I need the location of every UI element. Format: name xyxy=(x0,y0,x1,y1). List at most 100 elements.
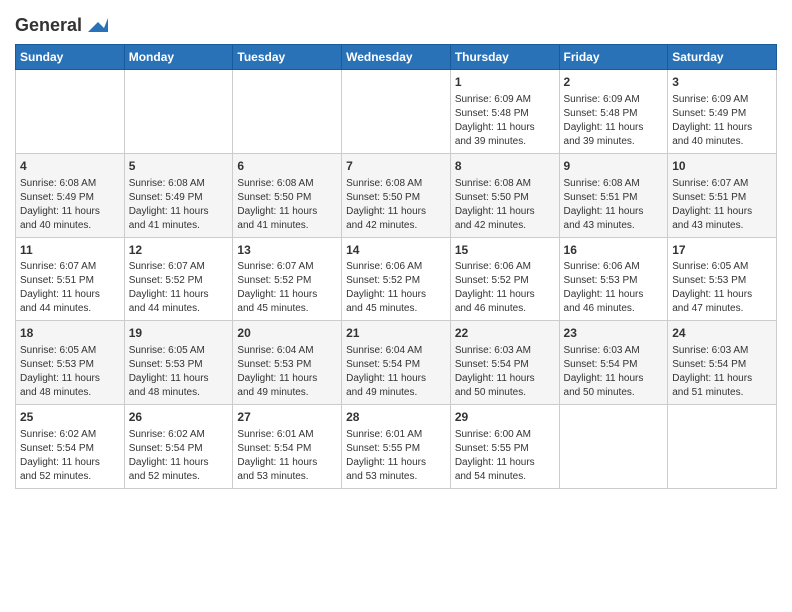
calendar-cell: 15Sunrise: 6:06 AM Sunset: 5:52 PM Dayli… xyxy=(450,237,559,321)
day-info: Sunrise: 6:09 AM Sunset: 5:49 PM Dayligh… xyxy=(672,93,772,149)
day-info: Sunrise: 6:06 AM Sunset: 5:52 PM Dayligh… xyxy=(455,260,555,316)
calendar-cell: 18 Sunrise: 6:05 AM Sunset: 5:53 PM Dayli… xyxy=(16,321,125,405)
calendar-cell: 3 Sunrise: 6:09 AM Sunset: 5:49 PM Daylig… xyxy=(668,70,777,154)
header: General xyxy=(15,10,777,38)
day-info: Sunrise: 6:06 AM Sunset: 5:52 PM Dayligh… xyxy=(346,260,446,316)
calendar-cell xyxy=(233,70,342,154)
day-number: 27 xyxy=(237,409,337,426)
day-info: Sunrise: 6:07 AM Sunset: 5:52 PM Dayligh… xyxy=(237,260,337,316)
calendar-week-4: 25 Sunrise: 6:02 AM Sunset: 5:54 PM Dayli… xyxy=(16,405,777,489)
main-container: General SundayMondayTuesdayWednesdayThur… xyxy=(0,0,792,494)
day-number: 11 xyxy=(20,242,120,259)
calendar-cell: 11Sunrise: 6:07 AM Sunset: 5:51 PM Dayli… xyxy=(16,237,125,321)
weekday-header-row: SundayMondayTuesdayWednesdayThursdayFrid… xyxy=(16,45,777,70)
calendar-week-3: 18 Sunrise: 6:05 AM Sunset: 5:53 PM Dayli… xyxy=(16,321,777,405)
calendar-body: 1Sunrise: 6:09 AM Sunset: 5:48 PM Daylig… xyxy=(16,70,777,489)
day-info: Sunrise: 6:08 AM Sunset: 5:50 PM Dayligh… xyxy=(346,177,446,233)
day-info: Sunrise: 6:05 AM Sunset: 5:53 PM Dayligh… xyxy=(20,344,120,400)
calendar-cell: 26Sunrise: 6:02 AM Sunset: 5:54 PM Dayli… xyxy=(124,405,233,489)
day-info: Sunrise: 6:04 AM Sunset: 5:53 PM Dayligh… xyxy=(237,344,337,400)
day-number: 15 xyxy=(455,242,555,259)
day-number: 29 xyxy=(455,409,555,426)
day-info: Sunrise: 6:03 AM Sunset: 5:54 PM Dayligh… xyxy=(672,344,772,400)
day-number: 7 xyxy=(346,158,446,175)
day-number: 17 xyxy=(672,242,772,259)
day-info: Sunrise: 6:06 AM Sunset: 5:53 PM Dayligh… xyxy=(564,260,664,316)
day-number: 12 xyxy=(129,242,229,259)
day-info: Sunrise: 6:09 AM Sunset: 5:48 PM Dayligh… xyxy=(455,93,555,149)
day-number: 13 xyxy=(237,242,337,259)
calendar-cell: 23 Sunrise: 6:03 AM Sunset: 5:54 PM Dayli… xyxy=(559,321,668,405)
calendar-cell: 14Sunrise: 6:06 AM Sunset: 5:52 PM Dayli… xyxy=(342,237,451,321)
logo-icon xyxy=(84,14,108,38)
day-number: 20 xyxy=(237,325,337,342)
day-number: 16 xyxy=(564,242,664,259)
calendar-cell: 1Sunrise: 6:09 AM Sunset: 5:48 PM Daylig… xyxy=(450,70,559,154)
day-number: 18 xyxy=(20,325,120,342)
day-info: Sunrise: 6:07 AM Sunset: 5:52 PM Dayligh… xyxy=(129,260,229,316)
weekday-header-sunday: Sunday xyxy=(16,45,125,70)
day-info: Sunrise: 6:08 AM Sunset: 5:49 PM Dayligh… xyxy=(20,177,120,233)
calendar-cell xyxy=(559,405,668,489)
calendar-cell xyxy=(124,70,233,154)
day-number: 2 xyxy=(564,74,664,91)
day-number: 14 xyxy=(346,242,446,259)
day-number: 21 xyxy=(346,325,446,342)
day-info: Sunrise: 6:05 AM Sunset: 5:53 PM Dayligh… xyxy=(672,260,772,316)
day-number: 4 xyxy=(20,158,120,175)
day-number: 10 xyxy=(672,158,772,175)
day-info: Sunrise: 6:02 AM Sunset: 5:54 PM Dayligh… xyxy=(20,428,120,484)
calendar-cell: 9 Sunrise: 6:08 AM Sunset: 5:51 PM Daylig… xyxy=(559,153,668,237)
weekday-header-friday: Friday xyxy=(559,45,668,70)
weekday-header-monday: Monday xyxy=(124,45,233,70)
calendar-cell: 8Sunrise: 6:08 AM Sunset: 5:50 PM Daylig… xyxy=(450,153,559,237)
calendar-week-2: 11Sunrise: 6:07 AM Sunset: 5:51 PM Dayli… xyxy=(16,237,777,321)
day-info: Sunrise: 6:08 AM Sunset: 5:50 PM Dayligh… xyxy=(237,177,337,233)
day-info: Sunrise: 6:03 AM Sunset: 5:54 PM Dayligh… xyxy=(455,344,555,400)
day-info: Sunrise: 6:04 AM Sunset: 5:54 PM Dayligh… xyxy=(346,344,446,400)
calendar-cell xyxy=(16,70,125,154)
logo-text: General xyxy=(15,14,108,38)
day-number: 9 xyxy=(564,158,664,175)
day-info: Sunrise: 6:08 AM Sunset: 5:51 PM Dayligh… xyxy=(564,177,664,233)
calendar-cell: 4 Sunrise: 6:08 AM Sunset: 5:49 PM Daylig… xyxy=(16,153,125,237)
day-info: Sunrise: 6:05 AM Sunset: 5:53 PM Dayligh… xyxy=(129,344,229,400)
calendar-cell: 7 Sunrise: 6:08 AM Sunset: 5:50 PM Daylig… xyxy=(342,153,451,237)
calendar-cell xyxy=(668,405,777,489)
day-number: 24 xyxy=(672,325,772,342)
calendar-cell: 24 Sunrise: 6:03 AM Sunset: 5:54 PM Dayli… xyxy=(668,321,777,405)
calendar-cell: 29 Sunrise: 6:00 AM Sunset: 5:55 PM Dayli… xyxy=(450,405,559,489)
calendar-cell: 20 Sunrise: 6:04 AM Sunset: 5:53 PM Dayli… xyxy=(233,321,342,405)
calendar-cell: 12Sunrise: 6:07 AM Sunset: 5:52 PM Dayli… xyxy=(124,237,233,321)
weekday-header-tuesday: Tuesday xyxy=(233,45,342,70)
calendar-cell: 28 Sunrise: 6:01 AM Sunset: 5:55 PM Dayli… xyxy=(342,405,451,489)
day-number: 23 xyxy=(564,325,664,342)
calendar-cell: 17Sunrise: 6:05 AM Sunset: 5:53 PM Dayli… xyxy=(668,237,777,321)
calendar-table: SundayMondayTuesdayWednesdayThursdayFrid… xyxy=(15,44,777,489)
calendar-cell: 2Sunrise: 6:09 AM Sunset: 5:48 PM Daylig… xyxy=(559,70,668,154)
calendar-week-1: 4 Sunrise: 6:08 AM Sunset: 5:49 PM Daylig… xyxy=(16,153,777,237)
calendar-cell: 6 Sunrise: 6:08 AM Sunset: 5:50 PM Daylig… xyxy=(233,153,342,237)
calendar-cell xyxy=(342,70,451,154)
day-info: Sunrise: 6:07 AM Sunset: 5:51 PM Dayligh… xyxy=(672,177,772,233)
calendar-cell: 22Sunrise: 6:03 AM Sunset: 5:54 PM Dayli… xyxy=(450,321,559,405)
day-number: 6 xyxy=(237,158,337,175)
calendar-cell: 21 Sunrise: 6:04 AM Sunset: 5:54 PM Dayli… xyxy=(342,321,451,405)
day-number: 5 xyxy=(129,158,229,175)
day-info: Sunrise: 6:01 AM Sunset: 5:54 PM Dayligh… xyxy=(237,428,337,484)
calendar-cell: 10 Sunrise: 6:07 AM Sunset: 5:51 PM Dayli… xyxy=(668,153,777,237)
day-number: 26 xyxy=(129,409,229,426)
weekday-header-wednesday: Wednesday xyxy=(342,45,451,70)
calendar-cell: 5 Sunrise: 6:08 AM Sunset: 5:49 PM Daylig… xyxy=(124,153,233,237)
day-number: 25 xyxy=(20,409,120,426)
day-info: Sunrise: 6:01 AM Sunset: 5:55 PM Dayligh… xyxy=(346,428,446,484)
day-info: Sunrise: 6:00 AM Sunset: 5:55 PM Dayligh… xyxy=(455,428,555,484)
calendar-cell: 27 Sunrise: 6:01 AM Sunset: 5:54 PM Dayli… xyxy=(233,405,342,489)
day-number: 8 xyxy=(455,158,555,175)
day-info: Sunrise: 6:08 AM Sunset: 5:49 PM Dayligh… xyxy=(129,177,229,233)
day-number: 3 xyxy=(672,74,772,91)
day-info: Sunrise: 6:07 AM Sunset: 5:51 PM Dayligh… xyxy=(20,260,120,316)
calendar-cell: 13Sunrise: 6:07 AM Sunset: 5:52 PM Dayli… xyxy=(233,237,342,321)
day-number: 28 xyxy=(346,409,446,426)
day-info: Sunrise: 6:03 AM Sunset: 5:54 PM Dayligh… xyxy=(564,344,664,400)
